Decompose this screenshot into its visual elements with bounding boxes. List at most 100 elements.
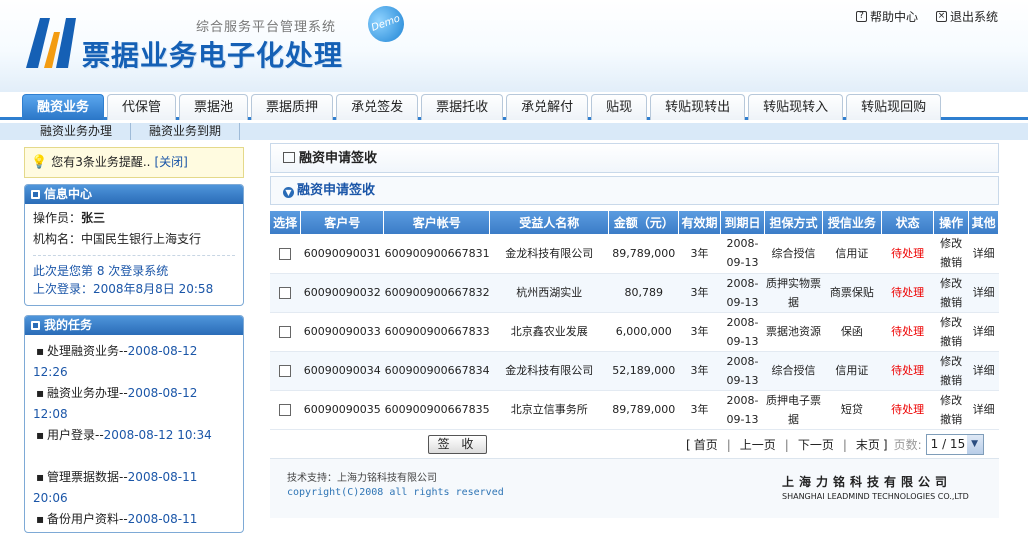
cell-credit: 信用证 xyxy=(822,234,882,274)
tab-item[interactable]: 贴现 xyxy=(591,94,648,120)
tech-support: 技术支持：上海力铭科技有限公司 xyxy=(287,473,437,484)
cell-beneficiary: 杭州西湖实业 xyxy=(489,273,609,313)
edit-link[interactable]: 修改 xyxy=(940,277,962,290)
tab-item[interactable]: 转贴现回购 xyxy=(846,94,942,120)
edit-link[interactable]: 修改 xyxy=(940,394,962,407)
bullet: ▪ xyxy=(36,428,45,442)
row-checkbox[interactable] xyxy=(279,287,292,299)
edit-link[interactable]: 修改 xyxy=(940,355,962,368)
divider xyxy=(33,255,235,256)
tab-item[interactable]: 融资业务 xyxy=(22,94,105,120)
tab-item[interactable]: 转贴现转入 xyxy=(748,94,844,120)
pager-bracket: ] xyxy=(882,437,888,452)
cell-due: 2008-09-13 xyxy=(720,351,765,391)
cell-guarantee: 综合授信 xyxy=(764,234,823,274)
tab-item[interactable]: 承兑解付 xyxy=(506,94,589,120)
operator-row: 操作员：张三 xyxy=(33,208,235,229)
first-page-link[interactable]: 首页 xyxy=(691,436,721,453)
row-checkbox[interactable] xyxy=(279,247,292,260)
prev-page-link[interactable]: 上一页 xyxy=(737,436,779,453)
task-label: 管理票据数据-- xyxy=(47,470,128,484)
row-checkbox[interactable] xyxy=(279,365,292,377)
tab-item[interactable]: 票据托收 xyxy=(421,94,504,120)
chevron-down-icon[interactable]: ▼ xyxy=(966,435,983,454)
cell-credit: 保函 xyxy=(822,312,882,352)
reminder-text[interactable]: 您有3条业务提醒.. xyxy=(51,148,150,177)
task-item[interactable]: ▪备份用户资料--2008-08-1118:26 xyxy=(33,509,235,532)
detail-link[interactable]: 详细 xyxy=(968,351,999,391)
operation-cell: 修改 撤销 xyxy=(933,312,969,352)
bullet: ▪ xyxy=(36,512,45,526)
subnav-financing-due[interactable]: 融资业务到期 xyxy=(131,123,241,140)
next-page-link[interactable]: 下一页 xyxy=(795,436,837,453)
cell-guarantee: 质押实物票据 xyxy=(764,273,823,313)
tab-item[interactable]: 票据质押 xyxy=(251,94,334,120)
logout-link[interactable]: × 退出系统 xyxy=(935,8,998,25)
section-title-bar: ▼ 融资申请签收 xyxy=(270,176,999,205)
org-row: 机构名：中国民生银行上海支行 xyxy=(33,229,235,250)
cell-amount: 52,189,000 xyxy=(608,351,679,391)
cancel-link[interactable]: 撤销 xyxy=(940,296,962,309)
doc-icon xyxy=(283,152,295,163)
page-label: 页数: xyxy=(893,438,922,452)
pager: [ 首页 | 上一页 | 下一页 | 末页 ] 页数: 1 / 15 ▼ xyxy=(686,434,984,455)
logout-label: 退出系统 xyxy=(949,10,998,24)
table-header: 选择 客户号 客户帐号 受益人名称 金额（元） 有效期 到期日 担保方式 授信业务 状态 操作 其他 xyxy=(270,211,999,234)
tab-item[interactable]: 承兑签发 xyxy=(336,94,419,120)
pager-sep: | xyxy=(726,437,731,452)
cell-amount: 89,789,000 xyxy=(608,390,679,430)
my-tasks-header: 我的任务 xyxy=(25,316,243,335)
edit-link[interactable]: 修改 xyxy=(940,237,962,250)
tab-item[interactable]: 票据池 xyxy=(179,94,249,120)
task-item[interactable]: ▪ 管理票据数据--2008-08-11 20:06 xyxy=(33,467,235,509)
help-link[interactable]: ? 帮助中心 xyxy=(855,8,918,25)
cancel-link[interactable]: 撤销 xyxy=(940,413,962,426)
cell-status: 待处理 xyxy=(881,312,934,352)
cell-validity: 3年 xyxy=(678,234,721,274)
header: 综合服务平台管理系统 Demo 票据业务电子化处理 ? 帮助中心 × 退出系统 xyxy=(0,0,1028,92)
task-item[interactable]: ▪ 融资业务办理--2008-08-12 12:08 xyxy=(33,383,235,425)
help-label: 帮助中心 xyxy=(869,10,918,24)
sign-button[interactable]: 签 收 xyxy=(428,435,487,454)
tab-item[interactable]: 转贴现转出 xyxy=(650,94,746,120)
cell-guarantee: 质押电子票据 xyxy=(764,390,823,430)
page: 综合服务平台管理系统 Demo 票据业务电子化处理 ? 帮助中心 × 退出系统 … xyxy=(0,0,1028,535)
bullet: ▪ xyxy=(36,344,45,358)
detail-link[interactable]: 详细 xyxy=(968,390,999,430)
logo-icon xyxy=(26,18,76,68)
section-title: 融资申请签收 xyxy=(297,183,376,198)
select-cell xyxy=(270,351,301,391)
task-item[interactable]: ▪ 用户登录--2008-08-12 10:34 xyxy=(33,425,235,467)
cancel-link[interactable]: 撤销 xyxy=(940,256,962,269)
edit-link[interactable]: 修改 xyxy=(940,316,962,329)
cell-validity: 3年 xyxy=(678,312,721,352)
main-tab-bar: 融资业务 代保管 票据池 票据质押 承兑签发 票据托收 承兑解付 贴现 转贴现转出 转贴现转入 转贴… xyxy=(0,92,1028,120)
row-checkbox[interactable] xyxy=(279,404,292,416)
cell-validity: 3年 xyxy=(678,390,721,430)
task-item[interactable]: ▪ 处理融资业务--2008-08-12 12:26 xyxy=(33,341,235,383)
cancel-link[interactable]: 撤销 xyxy=(940,374,962,387)
column-header: 选择 xyxy=(270,211,302,234)
table-body: 60090090031 600900900667831 金龙科技有限公司 89,789… xyxy=(270,234,999,430)
subnav-financing-handle[interactable]: 融资业务办理 xyxy=(22,123,132,140)
system-title: 票据业务电子化处理 xyxy=(82,39,344,72)
cell-due: 2008-09-13 xyxy=(720,312,765,352)
info-center-title: 信息中心 xyxy=(44,187,93,201)
detail-link[interactable]: 详细 xyxy=(968,312,999,352)
cell-due: 2008-09-13 xyxy=(720,390,765,430)
tab-item[interactable]: 代保管 xyxy=(107,94,177,120)
task-label: 备份用户资料-- xyxy=(47,512,128,526)
last-page-link[interactable]: 末页 xyxy=(853,436,883,453)
cancel-link[interactable]: 撤销 xyxy=(940,335,962,348)
cell-amount: 80,789 xyxy=(608,273,679,313)
operation-cell: 修改 撤销 xyxy=(933,390,969,430)
detail-link[interactable]: 详细 xyxy=(968,234,999,274)
task-date: 2008-08-12 xyxy=(127,386,198,400)
panel-icon xyxy=(31,190,40,199)
detail-link[interactable]: 详细 xyxy=(968,273,999,313)
row-checkbox[interactable] xyxy=(279,326,292,338)
page-select[interactable]: 1 / 15 ▼ xyxy=(925,434,984,455)
cell-account: 600900900667834 xyxy=(383,351,490,391)
reminder-close-link[interactable]: [关闭] xyxy=(154,148,187,177)
my-tasks-panel: 我的任务 ▪ 处理融资业务--2008-08-12 12:26 ▪ 融资业务办理--20… xyxy=(24,315,244,533)
